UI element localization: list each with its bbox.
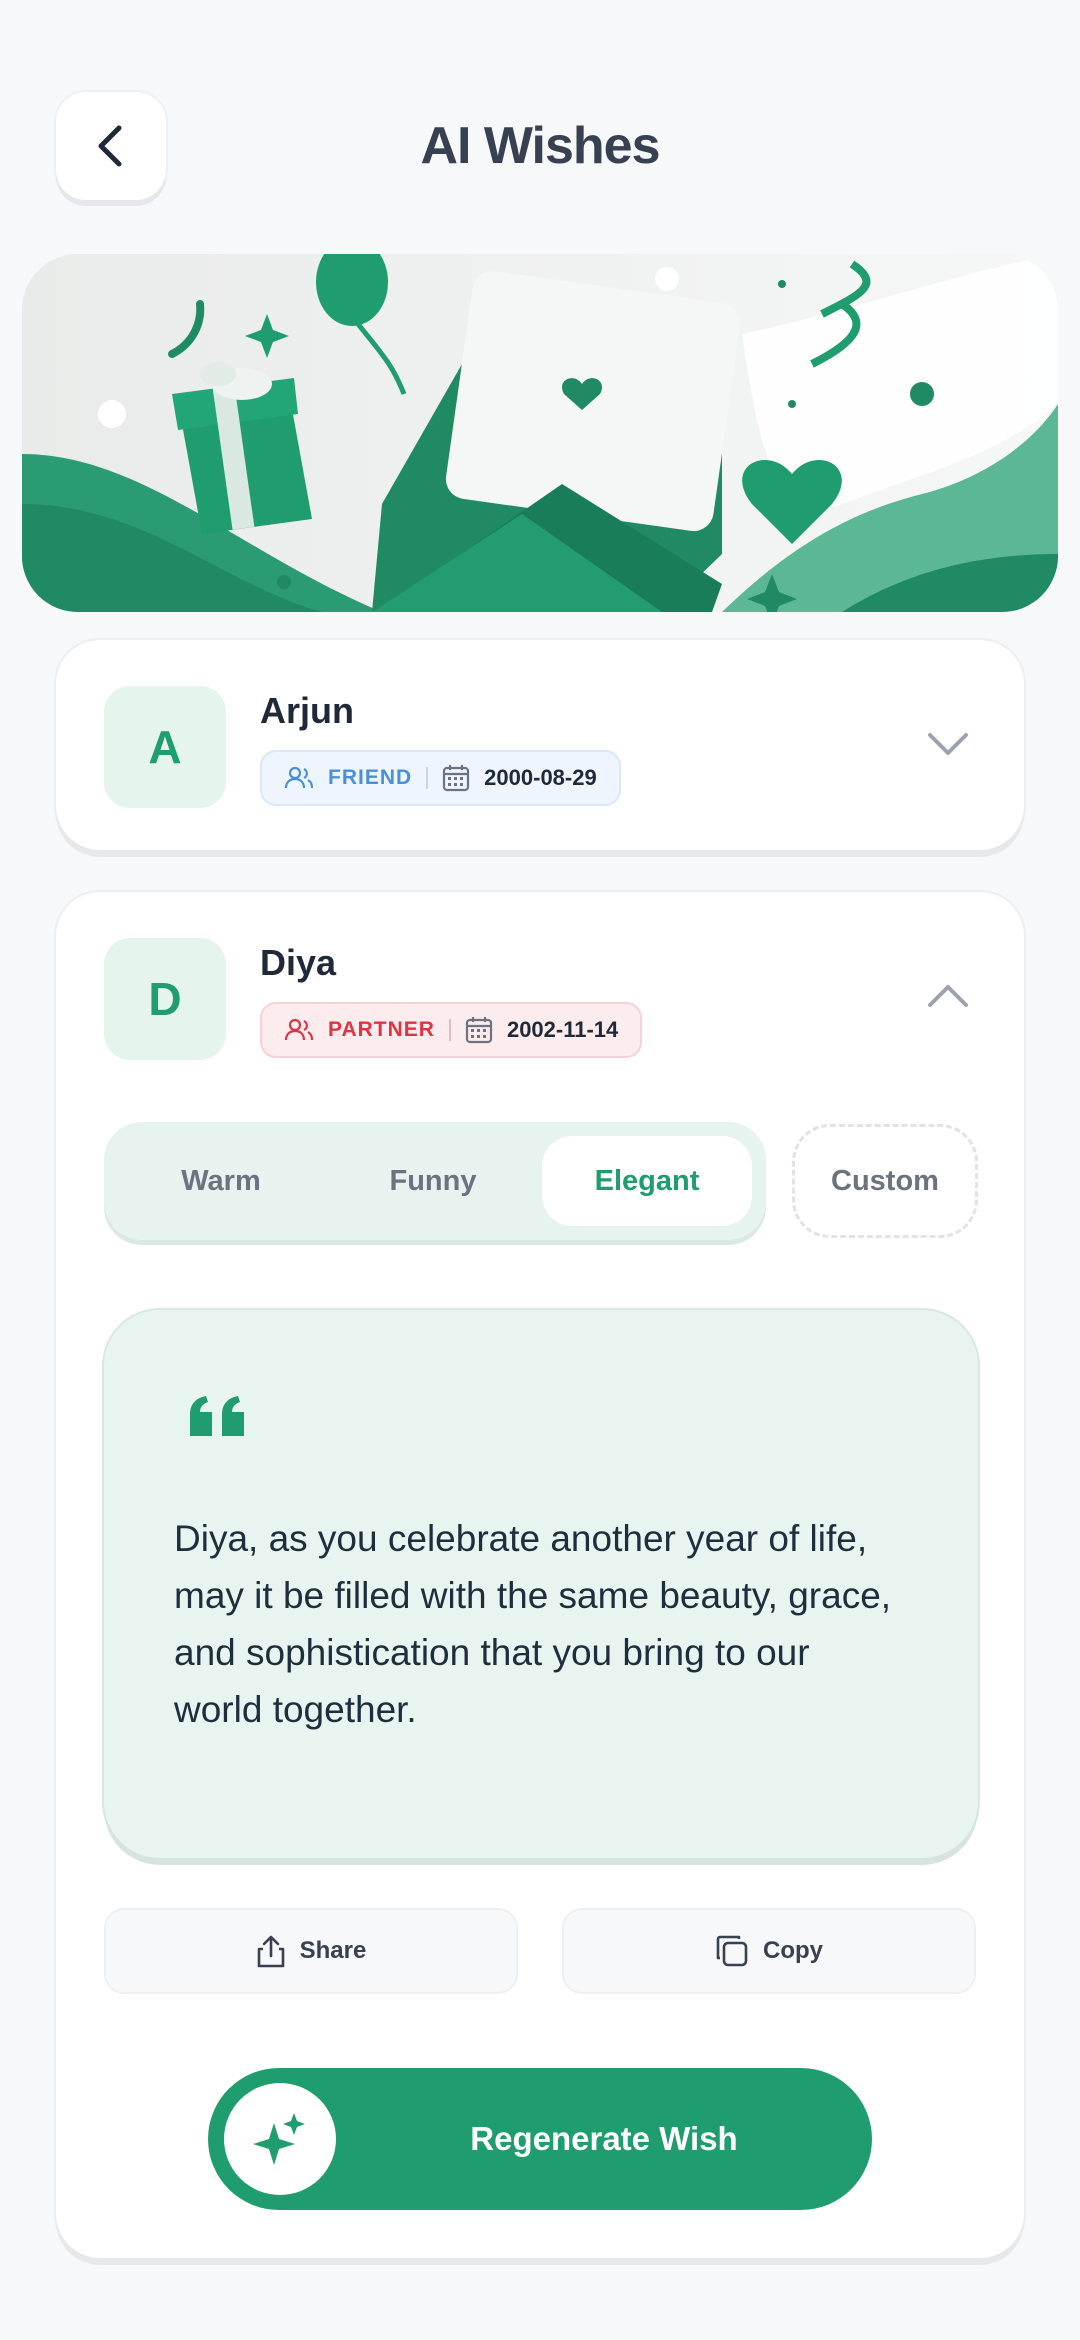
regenerate-wish-button[interactable]: Regenerate Wish — [208, 2068, 872, 2210]
people-icon — [284, 766, 314, 789]
expand-toggle[interactable] — [924, 720, 972, 768]
chevron-down-icon — [928, 733, 968, 755]
relation-label: PARTNER — [328, 1018, 435, 1041]
birth-date: 2000-08-29 — [484, 765, 597, 790]
regenerate-icon-badge — [224, 2083, 336, 2195]
divider — [448, 1019, 451, 1041]
regenerate-label: Regenerate Wish — [470, 2120, 738, 2157]
avatar: A — [104, 686, 226, 808]
people-icon — [284, 1018, 314, 1041]
copy-label: Copy — [763, 1937, 823, 1964]
header: AI Wishes — [0, 0, 1080, 240]
tone-funny[interactable]: Funny — [330, 1136, 536, 1226]
page-title: AI Wishes — [420, 117, 660, 175]
divider — [426, 767, 429, 789]
calendar-icon — [465, 1017, 493, 1044]
avatar: D — [104, 938, 226, 1060]
tone-elegant[interactable]: Elegant — [542, 1136, 752, 1226]
share-label: Share — [299, 1937, 367, 1964]
tone-warm[interactable]: Warm — [118, 1136, 324, 1226]
contact-name: Diya — [260, 942, 337, 983]
wish-text: Diya, as you celebrate another year of l… — [174, 1518, 892, 1730]
wish-card: Diya, as you celebrate another year of l… — [104, 1310, 978, 1858]
birth-date: 2002-11-14 — [506, 1017, 619, 1042]
relation-date-badge: PARTNER 2002-11-14 — [260, 1002, 643, 1058]
copy-icon — [716, 1935, 748, 1967]
relation-date-badge: FRIEND 2000-08-29 — [260, 750, 621, 806]
share-icon — [257, 1935, 284, 1968]
tone-custom[interactable]: Custom — [792, 1124, 978, 1238]
hero-banner-illustration — [22, 254, 1058, 612]
share-button[interactable]: Share — [104, 1908, 518, 1994]
chevron-up-icon — [928, 985, 968, 1007]
contact-card-arjun[interactable]: A Arjun FRIEND 2000-08-29 — [56, 640, 1024, 850]
contact-name: Arjun — [260, 690, 354, 731]
copy-button[interactable]: Copy — [562, 1908, 976, 1994]
tone-selector: Warm Funny Elegant — [104, 1122, 766, 1240]
collapse-toggle[interactable] — [924, 972, 972, 1020]
relation-label: FRIEND — [328, 766, 413, 789]
sparkles-icon — [253, 2113, 305, 2165]
contact-card-diya: D Diya PARTNER 2002-11-14 Warm Funny Ele… — [56, 892, 1024, 2258]
quote-icon — [190, 1396, 244, 1436]
calendar-icon — [443, 765, 470, 792]
